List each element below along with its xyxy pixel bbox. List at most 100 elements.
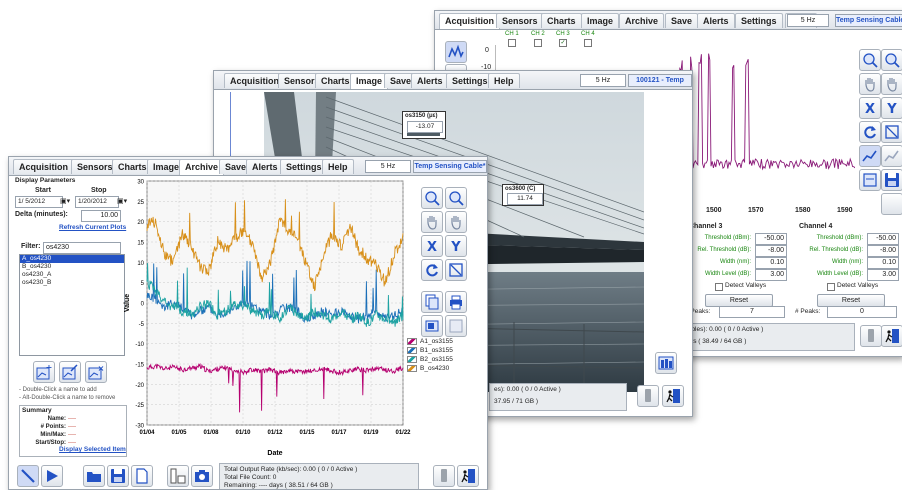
tab-charts[interactable]: Charts <box>541 13 582 28</box>
blank-icon[interactable] <box>881 193 902 215</box>
delta-field[interactable]: 10.00 <box>81 210 121 222</box>
display-selected-link[interactable]: Display Selected Item <box>59 446 126 453</box>
list-item[interactable]: A_os4230 <box>20 255 124 263</box>
width-field[interactable]: 0.10 <box>867 257 899 269</box>
camera-icon[interactable] <box>191 465 213 487</box>
tab-image[interactable]: Image <box>581 13 620 28</box>
start-date-dropdown-icon[interactable]: ▣▾ <box>60 197 70 205</box>
x-axis-icon[interactable]: X <box>859 97 881 119</box>
detect-valleys-label: Detect Valleys <box>725 282 767 289</box>
exit-icon[interactable] <box>662 385 684 407</box>
export-icon[interactable] <box>859 169 881 191</box>
refresh-link[interactable]: Refresh Current Plots <box>59 224 126 231</box>
tab-alerts[interactable]: Alerts <box>697 13 735 28</box>
tab-acquisition[interactable]: Acquisition <box>439 13 500 29</box>
add-chart-icon[interactable]: + <box>33 361 55 383</box>
legend-item[interactable]: B_os4230 <box>407 364 467 373</box>
pan-hand-icon[interactable] <box>859 73 881 95</box>
y-axis-icon[interactable]: Y <box>445 235 467 257</box>
list-item[interactable]: os4230_A <box>20 271 124 279</box>
cursor-icon[interactable] <box>17 465 39 487</box>
legend-label: B2_os3155 <box>420 356 453 363</box>
new-file-icon[interactable] <box>131 465 153 487</box>
tab-acquisition[interactable]: Acquisition <box>224 73 285 88</box>
tab-sensors[interactable]: Sensors <box>496 13 544 28</box>
summary-minmax-label: Min/Max: <box>40 432 66 438</box>
cable-selector[interactable]: Temp Sensing Cable <box>835 14 902 27</box>
filter-field[interactable]: os4230 <box>43 242 121 254</box>
device-icon[interactable] <box>433 465 455 487</box>
image-layout-icon[interactable] <box>655 352 677 374</box>
legend-item[interactable]: A1_os3155 <box>407 337 467 346</box>
tab-alerts[interactable]: Alerts <box>246 159 284 174</box>
tab-acquisition[interactable]: Acquisition <box>13 159 74 174</box>
zoom-out-icon[interactable] <box>445 187 467 209</box>
tab-image[interactable]: Image <box>350 73 389 89</box>
device-icon[interactable] <box>637 385 659 407</box>
y-axis-icon[interactable]: Y <box>881 97 902 119</box>
grab-hand-icon[interactable] <box>445 211 467 233</box>
zoom-out-icon[interactable] <box>881 49 902 71</box>
tab-archive[interactable]: Archive <box>179 159 225 175</box>
save-icon[interactable] <box>881 169 902 191</box>
edit-chart-icon[interactable] <box>59 361 81 383</box>
detect-valleys-checkbox[interactable] <box>827 283 835 291</box>
chart-alt-icon[interactable] <box>881 145 902 167</box>
transfer-icon[interactable] <box>167 465 189 487</box>
delta-label: Delta (minutes): <box>15 211 68 218</box>
autoscale-icon[interactable] <box>881 121 902 143</box>
tab-archive[interactable]: Archive <box>619 13 665 28</box>
detect-valleys-checkbox[interactable] <box>715 283 723 291</box>
x-axis-icon[interactable]: X <box>421 235 443 257</box>
tab-help[interactable]: Help <box>488 73 520 88</box>
start-date-field[interactable]: 1/ 5/2012 <box>15 196 63 208</box>
spectrum-view-button[interactable] <box>445 41 467 63</box>
device-icon[interactable] <box>860 325 882 347</box>
tab-settings[interactable]: Settings <box>735 13 783 28</box>
copy-icon[interactable] <box>421 291 443 313</box>
stop-date-field[interactable]: 1/20/2012 <box>75 196 119 208</box>
reset-view-icon[interactable] <box>421 259 443 281</box>
grab-hand-icon[interactable] <box>881 73 902 95</box>
cable-selector[interactable]: 100121 - Temp <box>628 74 692 87</box>
save-icon[interactable] <box>107 465 129 487</box>
sensor-overlay-temp[interactable]: os3600 (C) 11.74 <box>502 184 544 206</box>
legend-item[interactable]: B1_os3155 <box>407 346 467 355</box>
rel-threshold-label: Rel. Threshold (dB): <box>697 247 751 253</box>
remove-chart-icon[interactable]: × <box>85 361 107 383</box>
tab-help[interactable]: Help <box>322 159 354 174</box>
print-icon[interactable] <box>445 291 467 313</box>
peaks-count: 0 <box>827 306 897 318</box>
cable-selector[interactable]: Temp Sensing Cable* <box>413 160 487 173</box>
exit-icon[interactable] <box>881 325 902 347</box>
chart-icon[interactable] <box>859 145 881 167</box>
tab-alerts[interactable]: Alerts <box>411 73 449 88</box>
play-icon[interactable] <box>41 465 63 487</box>
rel-threshold-field[interactable]: -8.00 <box>755 245 787 257</box>
exit-icon[interactable] <box>457 465 479 487</box>
snapshot-icon[interactable] <box>421 315 443 337</box>
threshold-field[interactable]: -50.00 <box>867 233 899 245</box>
rel-threshold-field[interactable]: -8.00 <box>867 245 899 257</box>
legend-item[interactable]: B2_os3155 <box>407 355 467 364</box>
sensor-overlay-strain[interactable]: os3150 (με) -13.07 <box>402 111 446 139</box>
reset-view-icon[interactable] <box>859 121 881 143</box>
tab-settings[interactable]: Settings <box>446 73 494 88</box>
width-level-field[interactable]: 3.00 <box>867 269 899 281</box>
tab-settings[interactable]: Settings <box>280 159 328 174</box>
channel-3-panel: Channel 3 Threshold (dBm): -50.00 Rel. T… <box>685 223 787 307</box>
y-axis-label: Value <box>124 294 131 312</box>
open-folder-icon[interactable] <box>83 465 105 487</box>
zoom-in-icon[interactable] <box>859 49 881 71</box>
width-level-field[interactable]: 3.00 <box>755 269 787 281</box>
width-field[interactable]: 0.10 <box>755 257 787 269</box>
pan-hand-icon[interactable] <box>421 211 443 233</box>
list-item[interactable]: B_os4230 <box>20 263 124 271</box>
threshold-field[interactable]: -50.00 <box>755 233 787 245</box>
autoscale-icon[interactable] <box>445 259 467 281</box>
zoom-in-icon[interactable] <box>421 187 443 209</box>
x-tick-label: 01/12 <box>267 430 283 436</box>
list-item[interactable]: os4230_B <box>20 279 124 287</box>
blank-icon[interactable] <box>445 315 467 337</box>
tab-save[interactable]: Save <box>665 13 699 28</box>
